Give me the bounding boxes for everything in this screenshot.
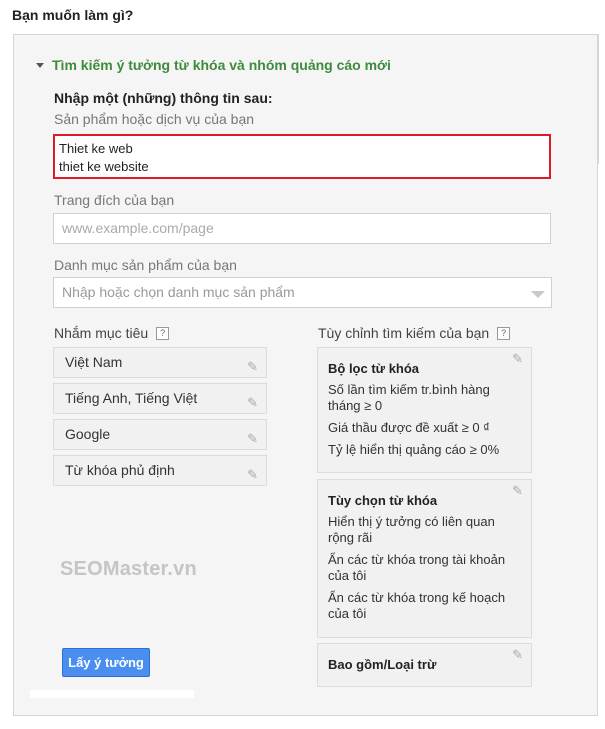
targeting-title-text: Nhắm mục tiêu	[54, 325, 149, 341]
product-input[interactable]: Thiet ke web thiet ke website	[53, 134, 551, 179]
category-label: Danh mục sản phẩm của bạn	[54, 257, 237, 273]
customize-title: Tùy chỉnh tìm kiếm của bạn ?	[318, 325, 511, 341]
landing-page-input[interactable]: www.example.com/page	[53, 213, 551, 244]
filter-line: Giá thầu được đề xuất ≥ 0 ₫	[328, 420, 490, 435]
watermark: SEOMaster.vn	[60, 558, 197, 580]
chevron-down-icon[interactable]	[531, 291, 545, 298]
filter-line: Số lần tìm kiếm tr.bình hàng tháng ≥ 0	[328, 382, 490, 413]
section-toggle[interactable]: Tìm kiếm ý tưởng từ khóa và nhóm quảng c…	[36, 57, 391, 73]
pencil-icon[interactable]: ✎	[247, 460, 258, 489]
card-title: Tùy chọn từ khóa	[328, 493, 438, 508]
pencil-icon[interactable]: ✎	[512, 351, 523, 367]
category-placeholder: Nhập hoặc chọn danh mục sản phẩm	[62, 284, 295, 300]
targeting-network[interactable]: Google ✎	[53, 419, 267, 450]
targeting-language[interactable]: Tiếng Anh, Tiếng Việt ✎	[53, 383, 267, 414]
targeting-title: Nhắm mục tiêu ?	[54, 325, 170, 341]
product-label: Sản phẩm hoặc dịch vụ của bạn	[54, 111, 255, 127]
chip-label: Việt Nam	[65, 354, 123, 370]
white-strip	[30, 690, 194, 698]
keyword-filters-card[interactable]: ✎ Bộ lọc từ khóa Số lần tìm kiếm tr.bình…	[317, 347, 532, 473]
pencil-icon[interactable]: ✎	[247, 352, 258, 381]
chip-label: Google	[65, 426, 111, 442]
pencil-icon[interactable]: ✎	[247, 388, 258, 417]
product-line: thiet ke website	[59, 159, 149, 174]
triangle-down-icon	[36, 62, 44, 68]
chip-label: Tiếng Anh, Tiếng Việt	[65, 390, 198, 406]
chip-label: Từ khóa phủ định	[65, 462, 175, 478]
landing-label: Trang đích của bạn	[54, 192, 175, 208]
keyword-options-card[interactable]: ✎ Tùy chọn từ khóa Hiển thị ý tưởng có l…	[317, 479, 532, 638]
panel-scroll-edge	[598, 34, 605, 164]
product-line: Thiet ke web	[59, 141, 133, 156]
pencil-icon[interactable]: ✎	[512, 483, 523, 499]
help-icon[interactable]: ?	[156, 326, 170, 340]
filter-line: Tỷ lệ hiển thị quảng cáo ≥ 0%	[328, 442, 500, 457]
include-exclude-card[interactable]: ✎ Bao gồm/Loại trừ	[317, 643, 532, 687]
page-title: Bạn muốn làm gì?	[12, 7, 134, 23]
form-heading: Nhập một (những) thông tin sau:	[54, 90, 273, 106]
option-line: Hiển thị ý tưởng có liên quan rộng rãi	[328, 514, 495, 545]
targeting-location[interactable]: Việt Nam ✎	[53, 347, 267, 378]
pencil-icon[interactable]: ✎	[512, 647, 523, 663]
targeting-negative-keywords[interactable]: Từ khóa phủ định ✎	[53, 455, 267, 486]
customize-title-text: Tùy chỉnh tìm kiếm của bạn	[318, 325, 490, 341]
card-title: Bao gồm/Loại trừ	[328, 657, 437, 672]
pencil-icon[interactable]: ✎	[247, 424, 258, 453]
option-line: Ẩn các từ khóa trong kế hoạch của tôi	[328, 590, 506, 621]
category-select[interactable]: Nhập hoặc chọn danh mục sản phẩm	[53, 277, 552, 308]
card-title: Bộ lọc từ khóa	[328, 361, 420, 376]
option-line: Ẩn các từ khóa trong tài khoản của tôi	[328, 552, 506, 583]
section-title: Tìm kiếm ý tưởng từ khóa và nhóm quảng c…	[52, 57, 391, 73]
help-icon[interactable]: ?	[497, 326, 511, 340]
get-ideas-button[interactable]: Lấy ý tưởng	[62, 648, 150, 677]
